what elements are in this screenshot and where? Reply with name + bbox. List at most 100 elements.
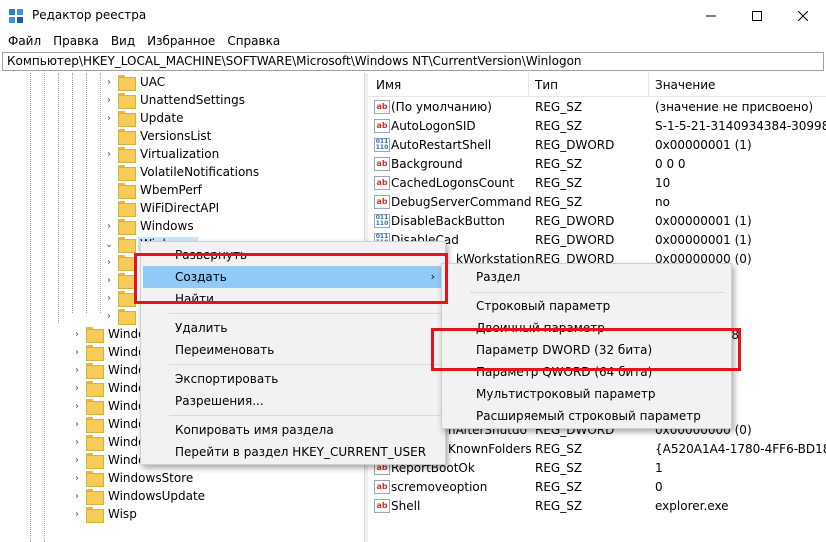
- menu-item-new-expandable-string[interactable]: Расширяемый строковый параметр: [444, 405, 729, 427]
- column-header-value[interactable]: Значение: [655, 78, 715, 92]
- tree-node-child[interactable]: ›: [104, 289, 138, 307]
- annotation-highlight-create: [134, 253, 448, 304]
- chevron-right-icon[interactable]: ›: [72, 469, 82, 487]
- tree-node-wisp[interactable]: › Wisp: [72, 505, 139, 523]
- tree-node-windows[interactable]: › Windows: [104, 217, 196, 235]
- table-row[interactable]: 011 110 AutoRestartShell REG_DWORD 0x0000000…: [368, 136, 826, 155]
- tree-node-unattendsettings[interactable]: › UnattendSettings: [104, 91, 247, 109]
- regedit-app-icon: [9, 9, 23, 23]
- menu-item-new-multi-string[interactable]: Мультистроковый параметр: [444, 383, 729, 405]
- menu-item-goto-hkcu[interactable]: Перейти в раздел HKEY_CURRENT_USER: [143, 441, 443, 463]
- menu-edit[interactable]: Правка: [47, 32, 105, 51]
- chevron-right-icon[interactable]: ›: [72, 415, 82, 433]
- chevron-right-icon[interactable]: ›: [72, 433, 82, 451]
- chevron-right-icon[interactable]: ›: [72, 505, 82, 523]
- folder-icon: [86, 471, 104, 487]
- column-header-name[interactable]: Имя: [376, 78, 401, 92]
- tree-node-child[interactable]: ›: [104, 307, 138, 325]
- chevron-right-icon[interactable]: ›: [104, 91, 114, 109]
- tree-node-virtualization[interactable]: › Virtualization: [104, 145, 221, 163]
- chevron-right-icon[interactable]: ›: [72, 325, 82, 343]
- folder-icon: [118, 237, 136, 253]
- menu-item-rename[interactable]: Переименовать: [143, 339, 443, 361]
- window-title: Редактор реестра: [32, 8, 147, 22]
- chevron-right-icon[interactable]: ›: [104, 271, 114, 289]
- menu-separator: [169, 364, 441, 365]
- menu-item-new-string[interactable]: Строковый параметр: [444, 295, 729, 317]
- chevron-right-icon[interactable]: ›: [104, 109, 114, 127]
- chevron-right-icon[interactable]: ›: [104, 145, 114, 163]
- column-header-type[interactable]: Тип: [535, 78, 558, 92]
- tree-node-volatilenotifications[interactable]: VolatileNotifications: [104, 163, 261, 181]
- table-row[interactable]: ab (По умолчанию) REG_SZ (значение не присв…: [368, 98, 826, 117]
- address-bar[interactable]: Компьютер\HKEY_LOCAL_MACHINE\SOFTWARE\Mi…: [2, 52, 824, 71]
- chevron-down-icon[interactable]: ⌄: [104, 235, 114, 253]
- tree-node-windo[interactable]: › Windo: [72, 433, 148, 451]
- tree-node-windo[interactable]: › Windo: [72, 451, 148, 469]
- tree-node-windo[interactable]: › Windo: [72, 415, 148, 433]
- table-row[interactable]: 011 110 DisableBackButton REG_DWORD 0x000000…: [368, 212, 826, 231]
- chevron-right-icon[interactable]: ›: [72, 397, 82, 415]
- tree-guide-line: [58, 73, 59, 323]
- chevron-right-icon[interactable]: ›: [72, 451, 82, 469]
- tree-node-wbemperf[interactable]: WbemPerf: [104, 181, 204, 199]
- tree-node-versionslist[interactable]: VersionsList: [104, 127, 213, 145]
- dword-value-icon: 011110: [374, 138, 390, 152]
- folder-icon: [118, 93, 136, 109]
- chevron-right-icon[interactable]: ›: [104, 73, 114, 91]
- chevron-right-icon[interactable]: ›: [104, 307, 114, 325]
- tree-node-windo[interactable]: › Windo: [72, 379, 148, 397]
- menu-file[interactable]: Файл: [2, 32, 47, 51]
- tree-node-uac[interactable]: › UAC: [104, 73, 167, 91]
- table-row[interactable]: ab DebugServerCommand REG_SZ no: [368, 193, 826, 212]
- chevron-right-icon[interactable]: ›: [72, 487, 82, 505]
- dword-value-icon: 011110: [374, 214, 390, 228]
- folder-icon: [118, 219, 136, 235]
- chevron-right-icon[interactable]: ›: [104, 253, 114, 271]
- folder-icon: [86, 399, 104, 415]
- minimize-icon: [706, 15, 716, 17]
- chevron-right-icon[interactable]: ›: [104, 289, 114, 307]
- menu-item-copy-key-name[interactable]: Копировать имя раздела: [143, 419, 443, 441]
- chevron-right-icon[interactable]: ›: [104, 217, 114, 235]
- tree-node-update[interactable]: › Update: [104, 109, 185, 127]
- menu-item-new-key[interactable]: Раздел: [444, 266, 729, 288]
- tree-node-wifidirectapi[interactable]: WiFiDirectAPI: [104, 199, 221, 217]
- table-row[interactable]: ab Background REG_SZ 0 0 0: [368, 155, 826, 174]
- menu-view[interactable]: Вид: [105, 32, 141, 51]
- folder-icon: [86, 381, 104, 397]
- table-row[interactable]: ab Shell REG_SZ explorer.exe: [368, 497, 826, 516]
- close-button[interactable]: [780, 0, 826, 32]
- minimize-button[interactable]: [688, 0, 734, 32]
- tree-node-windo[interactable]: › Windo: [72, 325, 148, 343]
- string-value-icon: ab: [374, 195, 390, 209]
- chevron-right-icon[interactable]: ›: [72, 379, 82, 397]
- table-row[interactable]: ab scremoveoption REG_SZ 0: [368, 478, 826, 497]
- tree-node-windowsupdate[interactable]: › WindowsUpdate: [72, 487, 207, 505]
- tree-node-windo[interactable]: › Windo: [72, 343, 148, 361]
- folder-icon: [86, 435, 104, 451]
- menu-help[interactable]: Справка: [221, 32, 286, 51]
- column-divider[interactable]: [648, 73, 649, 97]
- column-divider[interactable]: [528, 73, 529, 97]
- menu-favorites[interactable]: Избранное: [141, 32, 221, 51]
- tree-node-child[interactable]: ›: [104, 271, 138, 289]
- menu-separator: [470, 292, 725, 293]
- menu-item-delete[interactable]: Удалить: [143, 317, 443, 339]
- tree-node-windowsstore[interactable]: › WindowsStore: [72, 469, 195, 487]
- chevron-right-icon[interactable]: ›: [72, 361, 82, 379]
- table-row[interactable]: ab AutoLogonSID REG_SZ S-1-5-21-3140934384-…: [368, 117, 826, 136]
- menu-bar: Файл Правка Вид Избранное Справка: [0, 32, 826, 51]
- menu-item-permissions[interactable]: Разрешения...: [143, 390, 443, 412]
- string-value-icon: ab: [374, 157, 390, 171]
- annotation-highlight-dword: [431, 328, 741, 371]
- tree-node-child[interactable]: ›: [104, 253, 138, 271]
- string-value-icon: ab: [374, 100, 390, 114]
- tree-node-windo[interactable]: › Windo: [72, 397, 148, 415]
- table-row[interactable]: ab CachedLogonsCount REG_SZ 10: [368, 174, 826, 193]
- folder-icon: [118, 147, 136, 163]
- maximize-button[interactable]: [734, 0, 780, 32]
- menu-item-export[interactable]: Экспортировать: [143, 368, 443, 390]
- tree-node-windo[interactable]: › Windo: [72, 361, 148, 379]
- chevron-right-icon[interactable]: ›: [72, 343, 82, 361]
